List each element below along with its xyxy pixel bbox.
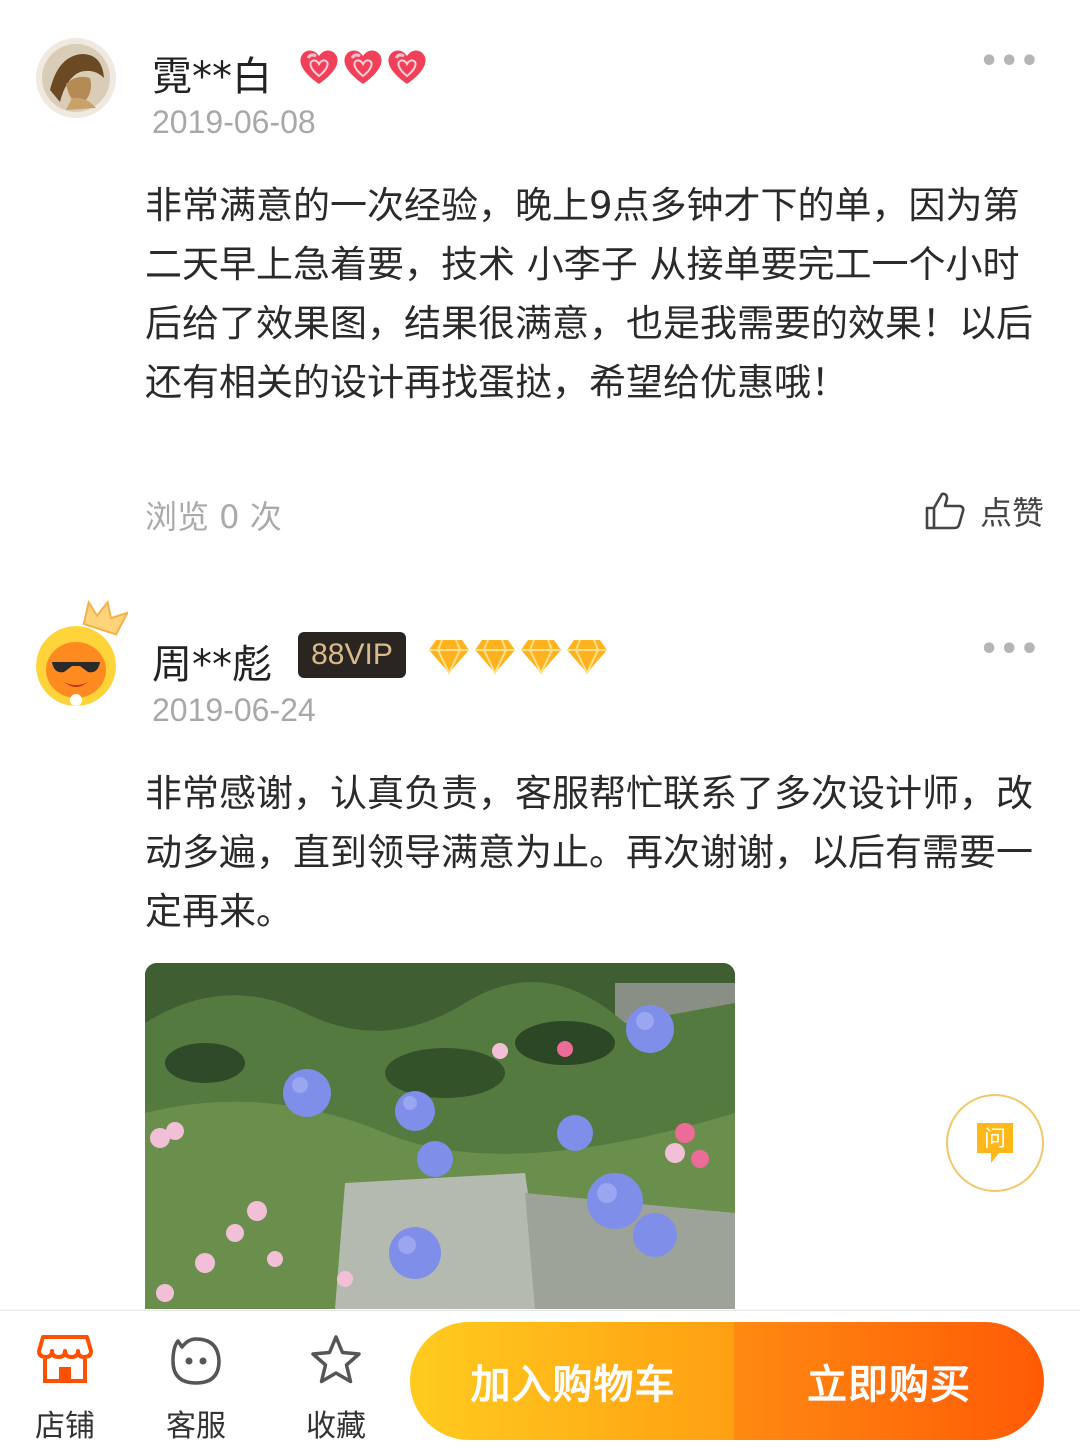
vip-badge: 88VIP: [298, 632, 406, 678]
username: 周**彪: [152, 642, 272, 688]
shop-button[interactable]: 店铺: [15, 1311, 115, 1452]
buy-now-button[interactable]: 立即购买: [734, 1322, 1044, 1440]
question-bubble-icon: 问: [977, 1123, 1013, 1163]
customer-service-label: 客服: [166, 1409, 226, 1444]
heart-icon: [344, 50, 382, 84]
like-label: 点赞: [979, 494, 1044, 532]
avatar[interactable]: [36, 626, 116, 706]
shop-icon: [37, 1335, 93, 1383]
heart-icon: [300, 50, 338, 84]
level-badge: [298, 48, 428, 86]
view-count: 浏览 0 次: [145, 498, 282, 536]
favorite-button[interactable]: 收藏: [286, 1311, 386, 1452]
review-date: 2019-06-08: [152, 104, 316, 140]
diamond-icon: [429, 639, 469, 674]
favorite-label: 收藏: [306, 1409, 366, 1444]
heart-icon: [388, 50, 426, 84]
thumbs-up-icon: [925, 492, 965, 530]
shop-label: 店铺: [35, 1409, 95, 1444]
ask-button[interactable]: 问: [946, 1094, 1044, 1192]
more-options-icon[interactable]: •••: [979, 44, 1040, 79]
review-text: 非常满意的一次经验，晚上9点多钟才下的单，因为第二天早上急着要，技术 小李子 从…: [145, 184, 1033, 404]
customer-service-button[interactable]: 客服: [146, 1311, 246, 1452]
ask-label: 问: [984, 1127, 1006, 1152]
review-photo[interactable]: [145, 963, 735, 1309]
star-icon: [311, 1335, 361, 1384]
add-to-cart-button[interactable]: 加入购物车: [410, 1322, 736, 1440]
diamond-icon: [567, 639, 607, 674]
level-badge: [428, 638, 608, 674]
review-text: 非常感谢，认真负责，客服帮忙联系了多次设计师，改动多遍，直到领导满意为止。再次谢…: [145, 772, 1033, 933]
review-date: 2019-06-24: [152, 692, 316, 728]
diamond-icon: [521, 639, 561, 674]
customer-service-icon: [171, 1337, 221, 1385]
like-button[interactable]: 点赞: [924, 488, 1044, 534]
diamond-icon: [475, 639, 515, 674]
avatar[interactable]: [36, 38, 116, 118]
username: 霓**白: [152, 54, 272, 100]
more-options-icon[interactable]: •••: [979, 632, 1040, 667]
